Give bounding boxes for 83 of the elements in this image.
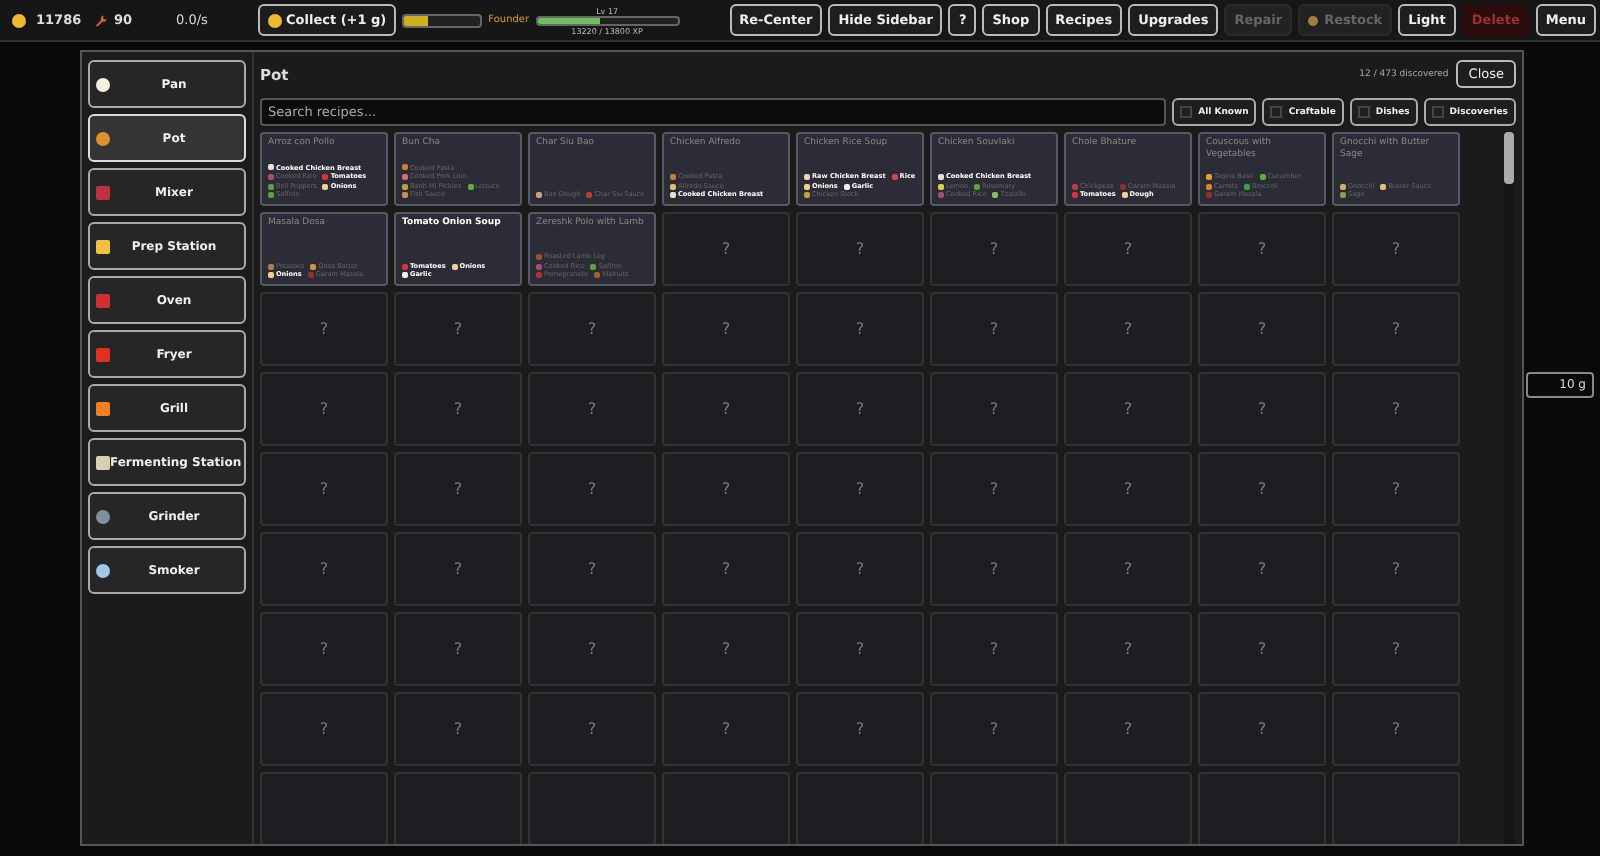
locked-recipe-card[interactable]: ? (260, 452, 388, 526)
locked-recipe-card[interactable]: ? (662, 212, 790, 286)
wrench-icon (94, 13, 108, 27)
locked-recipe-card[interactable]: ? (1332, 532, 1460, 606)
locked-recipe-card[interactable]: ? (260, 532, 388, 606)
locked-recipe-card[interactable]: ? (1332, 212, 1460, 286)
funds-progress-bar (402, 13, 483, 27)
locked-recipe-card[interactable]: ? (1332, 292, 1460, 366)
locked-recipe-card[interactable]: ? (528, 612, 656, 686)
locked-recipe-card[interactable]: ? (1064, 212, 1192, 286)
locked-recipe-card[interactable]: ? (1332, 692, 1460, 766)
locked-recipe-card[interactable]: ? (930, 692, 1058, 766)
locked-recipe-card[interactable]: ? (1198, 532, 1326, 606)
station-icon (96, 131, 110, 145)
locked-recipe-card[interactable] (930, 772, 1058, 844)
locked-recipe-card[interactable] (796, 772, 924, 844)
locked-recipe-card[interactable] (1198, 772, 1326, 844)
locked-recipe-card[interactable]: ? (796, 612, 924, 686)
locked-recipe-card[interactable] (260, 772, 388, 844)
locked-recipe-card[interactable]: ? (1064, 612, 1192, 686)
station-icon (96, 509, 110, 523)
locked-recipe-card[interactable]: ? (1332, 452, 1460, 526)
locked-recipe-card[interactable]: ? (394, 612, 522, 686)
locked-recipe-card[interactable]: ? (1064, 292, 1192, 366)
locked-recipe-card[interactable]: ? (930, 212, 1058, 286)
station-icon (96, 77, 110, 91)
locked-recipe-card[interactable]: ? (1198, 612, 1326, 686)
station-icon (96, 563, 110, 577)
locked-recipe-card[interactable]: ? (1332, 372, 1460, 446)
locked-recipe-card[interactable]: ? (394, 452, 522, 526)
locked-recipe-card[interactable]: ? (662, 292, 790, 366)
locked-recipe-card[interactable]: ? (528, 532, 656, 606)
locked-recipe-card[interactable]: ? (1198, 212, 1326, 286)
locked-recipe-card[interactable]: ? (796, 692, 924, 766)
station-icon (96, 239, 110, 253)
locked-recipe-card[interactable]: ? (394, 372, 522, 446)
station-icon (96, 185, 110, 199)
locked-recipe-card[interactable]: ? (796, 532, 924, 606)
scrollbar[interactable] (1504, 132, 1514, 844)
locked-recipe-card[interactable] (1064, 772, 1192, 844)
locked-recipe-card[interactable]: ? (528, 292, 656, 366)
coin-icon (12, 13, 26, 27)
locked-recipe-card[interactable]: ? (930, 292, 1058, 366)
locked-recipe-card[interactable]: ? (260, 372, 388, 446)
locked-recipe-card[interactable] (662, 772, 790, 844)
locked-recipe-card[interactable]: ? (796, 292, 924, 366)
locked-recipe-card[interactable]: ? (662, 452, 790, 526)
locked-recipe-card[interactable]: ? (260, 292, 388, 366)
locked-recipe-card[interactable]: ? (260, 612, 388, 686)
locked-recipe-card[interactable]: ? (662, 612, 790, 686)
locked-recipe-card[interactable]: ? (528, 692, 656, 766)
locked-recipe-card[interactable]: ? (394, 292, 522, 366)
locked-recipe-card[interactable]: ? (260, 692, 388, 766)
locked-recipe-card[interactable]: ? (796, 452, 924, 526)
locked-recipe-card[interactable]: ? (930, 532, 1058, 606)
locked-recipe-card[interactable] (1332, 772, 1460, 844)
locked-recipe-card[interactable]: ? (1198, 452, 1326, 526)
locked-recipe-card[interactable]: ? (394, 692, 522, 766)
locked-recipe-card[interactable]: ? (796, 212, 924, 286)
locked-recipe-card[interactable]: ? (930, 612, 1058, 686)
station-icon (96, 347, 110, 361)
locked-recipe-card[interactable]: ? (1198, 692, 1326, 766)
locked-recipe-card[interactable]: ? (528, 452, 656, 526)
station-icon (96, 455, 110, 469)
locked-recipe-card[interactable]: ? (394, 532, 522, 606)
locked-recipe-card[interactable]: ? (528, 372, 656, 446)
locked-recipe-card[interactable]: ? (662, 692, 790, 766)
locked-recipe-card[interactable]: ? (1064, 372, 1192, 446)
station-icon (96, 293, 110, 307)
locked-recipe-card[interactable]: ? (1198, 372, 1326, 446)
locked-recipe-card[interactable]: ? (662, 532, 790, 606)
locked-recipe-card[interactable]: ? (1064, 452, 1192, 526)
locked-recipe-card[interactable]: ? (796, 372, 924, 446)
station-icon (96, 401, 110, 415)
locked-recipe-card[interactable] (528, 772, 656, 844)
locked-recipe-card[interactable]: ? (662, 372, 790, 446)
locked-recipe-card[interactable]: ? (1198, 292, 1326, 366)
locked-recipe-card[interactable] (394, 772, 522, 844)
locked-recipe-card[interactable]: ? (1064, 532, 1192, 606)
locked-recipe-card[interactable]: ? (930, 372, 1058, 446)
locked-recipe-card[interactable]: ? (930, 452, 1058, 526)
locked-recipe-card[interactable]: ? (1332, 612, 1460, 686)
locked-recipe-card[interactable]: ? (1064, 692, 1192, 766)
